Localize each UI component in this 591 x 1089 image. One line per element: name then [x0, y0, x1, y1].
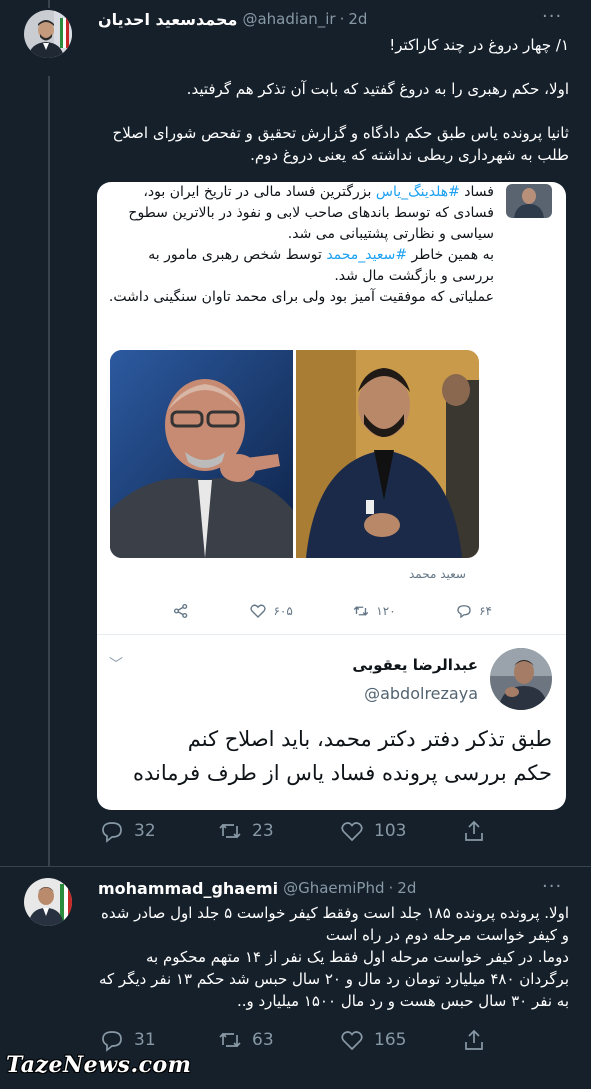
reply-icon: [102, 1031, 122, 1052]
chevron-down-icon[interactable]: ﹀: [109, 654, 123, 674]
quote-author-handle: @abdolrezaya: [364, 684, 478, 703]
timestamp[interactable]: 2d: [397, 879, 416, 897]
share-icon: [173, 603, 188, 619]
like-count: 165: [374, 1030, 407, 1050]
quote-avatar: [506, 184, 552, 218]
quote-author-avatar: [490, 648, 552, 710]
quote-like-count: ۶۰۵: [273, 604, 293, 618]
heart-icon: [341, 1031, 363, 1051]
share-button[interactable]: [462, 819, 486, 843]
separator-dot: ·: [339, 10, 345, 28]
display-name[interactable]: محمدسعید احدیان: [98, 10, 237, 29]
tweet-header: محمدسعید احدیان @ahadian_ir · 2d: [98, 8, 367, 30]
photo-grid[interactable]: [110, 350, 479, 558]
quote-reply-text: طبق تذکر دفتر دکتر محمد، باید اصلاح کنم …: [133, 727, 552, 785]
reply-icon: [102, 822, 122, 843]
hashtag-link[interactable]: #هلدینگ_یاس: [376, 184, 460, 200]
quote-reply-count: ۶۴: [479, 604, 492, 618]
like-count: 103: [374, 821, 407, 841]
quote-author-name: عبدالرضا یعقوبی: [352, 656, 478, 674]
tweet-text: اولا. پرونده پرونده ۱۸۵ جلد است وفقط کیف…: [98, 904, 569, 1010]
photo-caption: سعید محمد: [409, 567, 466, 581]
share-icon: [465, 1029, 483, 1050]
thread-line-top: [48, 0, 50, 8]
tweet-text: ۱/ چهار دروغ در چند کاراکتر! اولا، حکم ر…: [112, 36, 569, 164]
watermark-logo: TazeNews.com: [6, 1052, 192, 1078]
quote-divider: [97, 634, 566, 635]
quote-reply-action[interactable]: ۶۴: [455, 602, 492, 620]
retweet-count: 23: [252, 821, 274, 841]
reply-count: 32: [134, 821, 156, 841]
handle[interactable]: @GhaemiPhd: [283, 879, 384, 897]
quote-share-action[interactable]: [172, 602, 190, 620]
reply-button[interactable]: 32: [100, 819, 156, 843]
share-icon: [465, 820, 483, 841]
action-bar: 32 23 103: [100, 819, 500, 845]
avatar[interactable]: [24, 878, 72, 926]
reply-icon: [457, 605, 471, 619]
retweet-icon: [219, 823, 241, 839]
more-options-icon[interactable]: ···: [542, 6, 562, 27]
like-button[interactable]: 165: [340, 1028, 406, 1052]
retweet-icon: [354, 606, 369, 616]
avatar[interactable]: [24, 10, 72, 58]
thread-line: [48, 76, 50, 866]
heart-icon: [341, 822, 363, 842]
quote-retweet-action[interactable]: ۱۲۰: [352, 602, 396, 620]
embedded-screenshot[interactable]: فساد #هلدینگ_یاس بزرگترین فساد مالی در ت…: [97, 182, 566, 810]
display-name[interactable]: mohammad_ghaemi: [98, 879, 278, 898]
tweet-header: mohammad_ghaemi @GhaemiPhd · 2d: [98, 877, 416, 899]
action-bar: 31 63 165: [100, 1028, 500, 1054]
tweet-separator: [0, 866, 591, 867]
quote-text: فساد #هلدینگ_یاس بزرگترین فساد مالی در ت…: [108, 184, 494, 305]
photo-right[interactable]: [296, 350, 479, 558]
retweet-icon: [219, 1032, 241, 1048]
photo-left[interactable]: [110, 350, 293, 558]
separator-dot: ·: [388, 879, 394, 897]
reply-button[interactable]: 31: [100, 1028, 156, 1052]
more-options-icon[interactable]: ···: [542, 876, 562, 897]
reply-count: 31: [134, 1030, 156, 1050]
like-button[interactable]: 103: [340, 819, 406, 843]
retweet-count: 63: [252, 1030, 274, 1050]
retweet-button[interactable]: 23: [218, 819, 274, 843]
heart-icon: [250, 604, 267, 618]
timestamp[interactable]: 2d: [348, 10, 367, 28]
handle[interactable]: @ahadian_ir: [242, 10, 335, 28]
retweet-button[interactable]: 63: [218, 1028, 274, 1052]
quote-like-action[interactable]: ۶۰۵: [249, 602, 293, 620]
hashtag-link[interactable]: #سعید_محمد: [326, 247, 407, 263]
quote-retweet-count: ۱۲۰: [376, 604, 396, 618]
quote-action-bar: ۶۴ ۱۲۰ ۶۰۵: [172, 600, 492, 622]
share-button[interactable]: [462, 1028, 486, 1052]
